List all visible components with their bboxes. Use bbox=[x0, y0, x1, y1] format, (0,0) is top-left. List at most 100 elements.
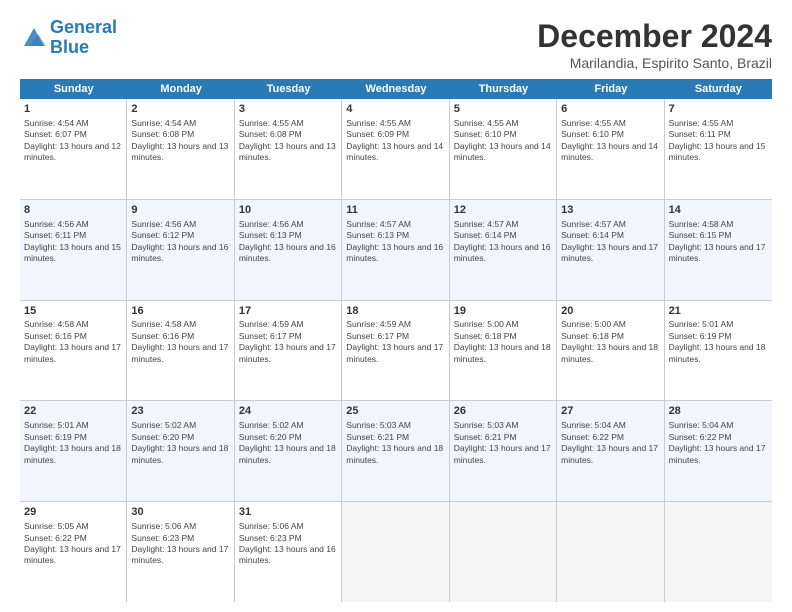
sunset-info: Sunset: 6:18 PM bbox=[561, 331, 624, 341]
sunrise-info: Sunrise: 5:00 AM bbox=[561, 319, 626, 329]
day-cell-1: 1Sunrise: 4:54 AMSunset: 6:07 PMDaylight… bbox=[20, 99, 127, 199]
logo-icon bbox=[20, 24, 48, 52]
day-cell-6: 6Sunrise: 4:55 AMSunset: 6:10 PMDaylight… bbox=[557, 99, 664, 199]
header-day-wednesday: Wednesday bbox=[342, 79, 449, 99]
empty-cell bbox=[665, 502, 772, 602]
day-number: 6 bbox=[561, 102, 659, 117]
daylight-info: Daylight: 13 hours and 17 minutes. bbox=[346, 342, 443, 363]
sunset-info: Sunset: 6:07 PM bbox=[24, 129, 87, 139]
sunrise-info: Sunrise: 4:59 AM bbox=[239, 319, 304, 329]
header-day-thursday: Thursday bbox=[450, 79, 557, 99]
sunset-info: Sunset: 6:14 PM bbox=[561, 230, 624, 240]
daylight-info: Daylight: 13 hours and 16 minutes. bbox=[239, 544, 336, 565]
day-cell-23: 23Sunrise: 5:02 AMSunset: 6:20 PMDayligh… bbox=[127, 401, 234, 501]
day-cell-5: 5Sunrise: 4:55 AMSunset: 6:10 PMDaylight… bbox=[450, 99, 557, 199]
day-cell-21: 21Sunrise: 5:01 AMSunset: 6:19 PMDayligh… bbox=[665, 301, 772, 401]
sunrise-info: Sunrise: 5:04 AM bbox=[669, 420, 734, 430]
header-day-saturday: Saturday bbox=[665, 79, 772, 99]
day-cell-28: 28Sunrise: 5:04 AMSunset: 6:22 PMDayligh… bbox=[665, 401, 772, 501]
day-number: 15 bbox=[24, 304, 122, 319]
day-cell-12: 12Sunrise: 4:57 AMSunset: 6:14 PMDayligh… bbox=[450, 200, 557, 300]
logo-text: General Blue bbox=[50, 18, 117, 58]
day-cell-27: 27Sunrise: 5:04 AMSunset: 6:22 PMDayligh… bbox=[557, 401, 664, 501]
header: General Blue December 2024 Marilandia, E… bbox=[20, 18, 772, 71]
calendar-row-4: 22Sunrise: 5:01 AMSunset: 6:19 PMDayligh… bbox=[20, 401, 772, 502]
sunset-info: Sunset: 6:19 PM bbox=[24, 432, 87, 442]
day-cell-24: 24Sunrise: 5:02 AMSunset: 6:20 PMDayligh… bbox=[235, 401, 342, 501]
sunrise-info: Sunrise: 4:57 AM bbox=[454, 219, 519, 229]
daylight-info: Daylight: 13 hours and 17 minutes. bbox=[239, 342, 336, 363]
daylight-info: Daylight: 13 hours and 18 minutes. bbox=[669, 342, 766, 363]
day-number: 2 bbox=[131, 102, 229, 117]
sunrise-info: Sunrise: 5:03 AM bbox=[454, 420, 519, 430]
sunrise-info: Sunrise: 4:58 AM bbox=[131, 319, 196, 329]
day-number: 24 bbox=[239, 404, 337, 419]
sunrise-info: Sunrise: 4:55 AM bbox=[239, 118, 304, 128]
month-title: December 2024 bbox=[537, 18, 772, 55]
sunrise-info: Sunrise: 5:03 AM bbox=[346, 420, 411, 430]
day-number: 8 bbox=[24, 203, 122, 218]
daylight-info: Daylight: 13 hours and 17 minutes. bbox=[669, 242, 766, 263]
sunset-info: Sunset: 6:20 PM bbox=[239, 432, 302, 442]
sunrise-info: Sunrise: 4:56 AM bbox=[131, 219, 196, 229]
daylight-info: Daylight: 13 hours and 16 minutes. bbox=[239, 242, 336, 263]
sunset-info: Sunset: 6:23 PM bbox=[131, 533, 194, 543]
sunrise-info: Sunrise: 5:06 AM bbox=[239, 521, 304, 531]
sunset-info: Sunset: 6:08 PM bbox=[239, 129, 302, 139]
empty-cell bbox=[557, 502, 664, 602]
day-cell-2: 2Sunrise: 4:54 AMSunset: 6:08 PMDaylight… bbox=[127, 99, 234, 199]
day-cell-31: 31Sunrise: 5:06 AMSunset: 6:23 PMDayligh… bbox=[235, 502, 342, 602]
day-cell-29: 29Sunrise: 5:05 AMSunset: 6:22 PMDayligh… bbox=[20, 502, 127, 602]
day-cell-26: 26Sunrise: 5:03 AMSunset: 6:21 PMDayligh… bbox=[450, 401, 557, 501]
day-number: 9 bbox=[131, 203, 229, 218]
day-number: 23 bbox=[131, 404, 229, 419]
day-number: 7 bbox=[669, 102, 768, 117]
daylight-info: Daylight: 13 hours and 17 minutes. bbox=[131, 342, 228, 363]
sunset-info: Sunset: 6:12 PM bbox=[131, 230, 194, 240]
sunset-info: Sunset: 6:19 PM bbox=[669, 331, 732, 341]
sunset-info: Sunset: 6:21 PM bbox=[346, 432, 409, 442]
day-number: 29 bbox=[24, 505, 122, 520]
page: General Blue December 2024 Marilandia, E… bbox=[0, 0, 792, 612]
sunrise-info: Sunrise: 4:55 AM bbox=[454, 118, 519, 128]
daylight-info: Daylight: 13 hours and 16 minutes. bbox=[346, 242, 443, 263]
day-number: 16 bbox=[131, 304, 229, 319]
day-number: 13 bbox=[561, 203, 659, 218]
calendar: SundayMondayTuesdayWednesdayThursdayFrid… bbox=[20, 79, 772, 602]
sunset-info: Sunset: 6:22 PM bbox=[669, 432, 732, 442]
sunrise-info: Sunrise: 5:06 AM bbox=[131, 521, 196, 531]
sunrise-info: Sunrise: 5:05 AM bbox=[24, 521, 89, 531]
sunset-info: Sunset: 6:10 PM bbox=[454, 129, 517, 139]
day-number: 27 bbox=[561, 404, 659, 419]
calendar-body: 1Sunrise: 4:54 AMSunset: 6:07 PMDaylight… bbox=[20, 99, 772, 602]
day-number: 4 bbox=[346, 102, 444, 117]
sunset-info: Sunset: 6:23 PM bbox=[239, 533, 302, 543]
sunrise-info: Sunrise: 5:01 AM bbox=[669, 319, 734, 329]
daylight-info: Daylight: 13 hours and 12 minutes. bbox=[24, 141, 121, 162]
day-number: 1 bbox=[24, 102, 122, 117]
day-cell-7: 7Sunrise: 4:55 AMSunset: 6:11 PMDaylight… bbox=[665, 99, 772, 199]
empty-cell bbox=[450, 502, 557, 602]
sunset-info: Sunset: 6:21 PM bbox=[454, 432, 517, 442]
day-number: 28 bbox=[669, 404, 768, 419]
sunrise-info: Sunrise: 4:59 AM bbox=[346, 319, 411, 329]
day-cell-17: 17Sunrise: 4:59 AMSunset: 6:17 PMDayligh… bbox=[235, 301, 342, 401]
day-cell-15: 15Sunrise: 4:58 AMSunset: 6:16 PMDayligh… bbox=[20, 301, 127, 401]
daylight-info: Daylight: 13 hours and 16 minutes. bbox=[131, 242, 228, 263]
sunrise-info: Sunrise: 4:57 AM bbox=[561, 219, 626, 229]
day-cell-3: 3Sunrise: 4:55 AMSunset: 6:08 PMDaylight… bbox=[235, 99, 342, 199]
day-number: 5 bbox=[454, 102, 552, 117]
day-cell-16: 16Sunrise: 4:58 AMSunset: 6:16 PMDayligh… bbox=[127, 301, 234, 401]
sunset-info: Sunset: 6:14 PM bbox=[454, 230, 517, 240]
daylight-info: Daylight: 13 hours and 17 minutes. bbox=[454, 443, 551, 464]
sunrise-info: Sunrise: 5:00 AM bbox=[454, 319, 519, 329]
sunrise-info: Sunrise: 4:55 AM bbox=[346, 118, 411, 128]
sunset-info: Sunset: 6:13 PM bbox=[346, 230, 409, 240]
day-number: 18 bbox=[346, 304, 444, 319]
day-cell-9: 9Sunrise: 4:56 AMSunset: 6:12 PM Daylight… bbox=[127, 200, 234, 300]
sunrise-info: Sunrise: 4:55 AM bbox=[561, 118, 626, 128]
day-number: 25 bbox=[346, 404, 444, 419]
day-cell-4: 4Sunrise: 4:55 AMSunset: 6:09 PMDaylight… bbox=[342, 99, 449, 199]
day-number: 12 bbox=[454, 203, 552, 218]
sunset-info: Sunset: 6:15 PM bbox=[669, 230, 732, 240]
